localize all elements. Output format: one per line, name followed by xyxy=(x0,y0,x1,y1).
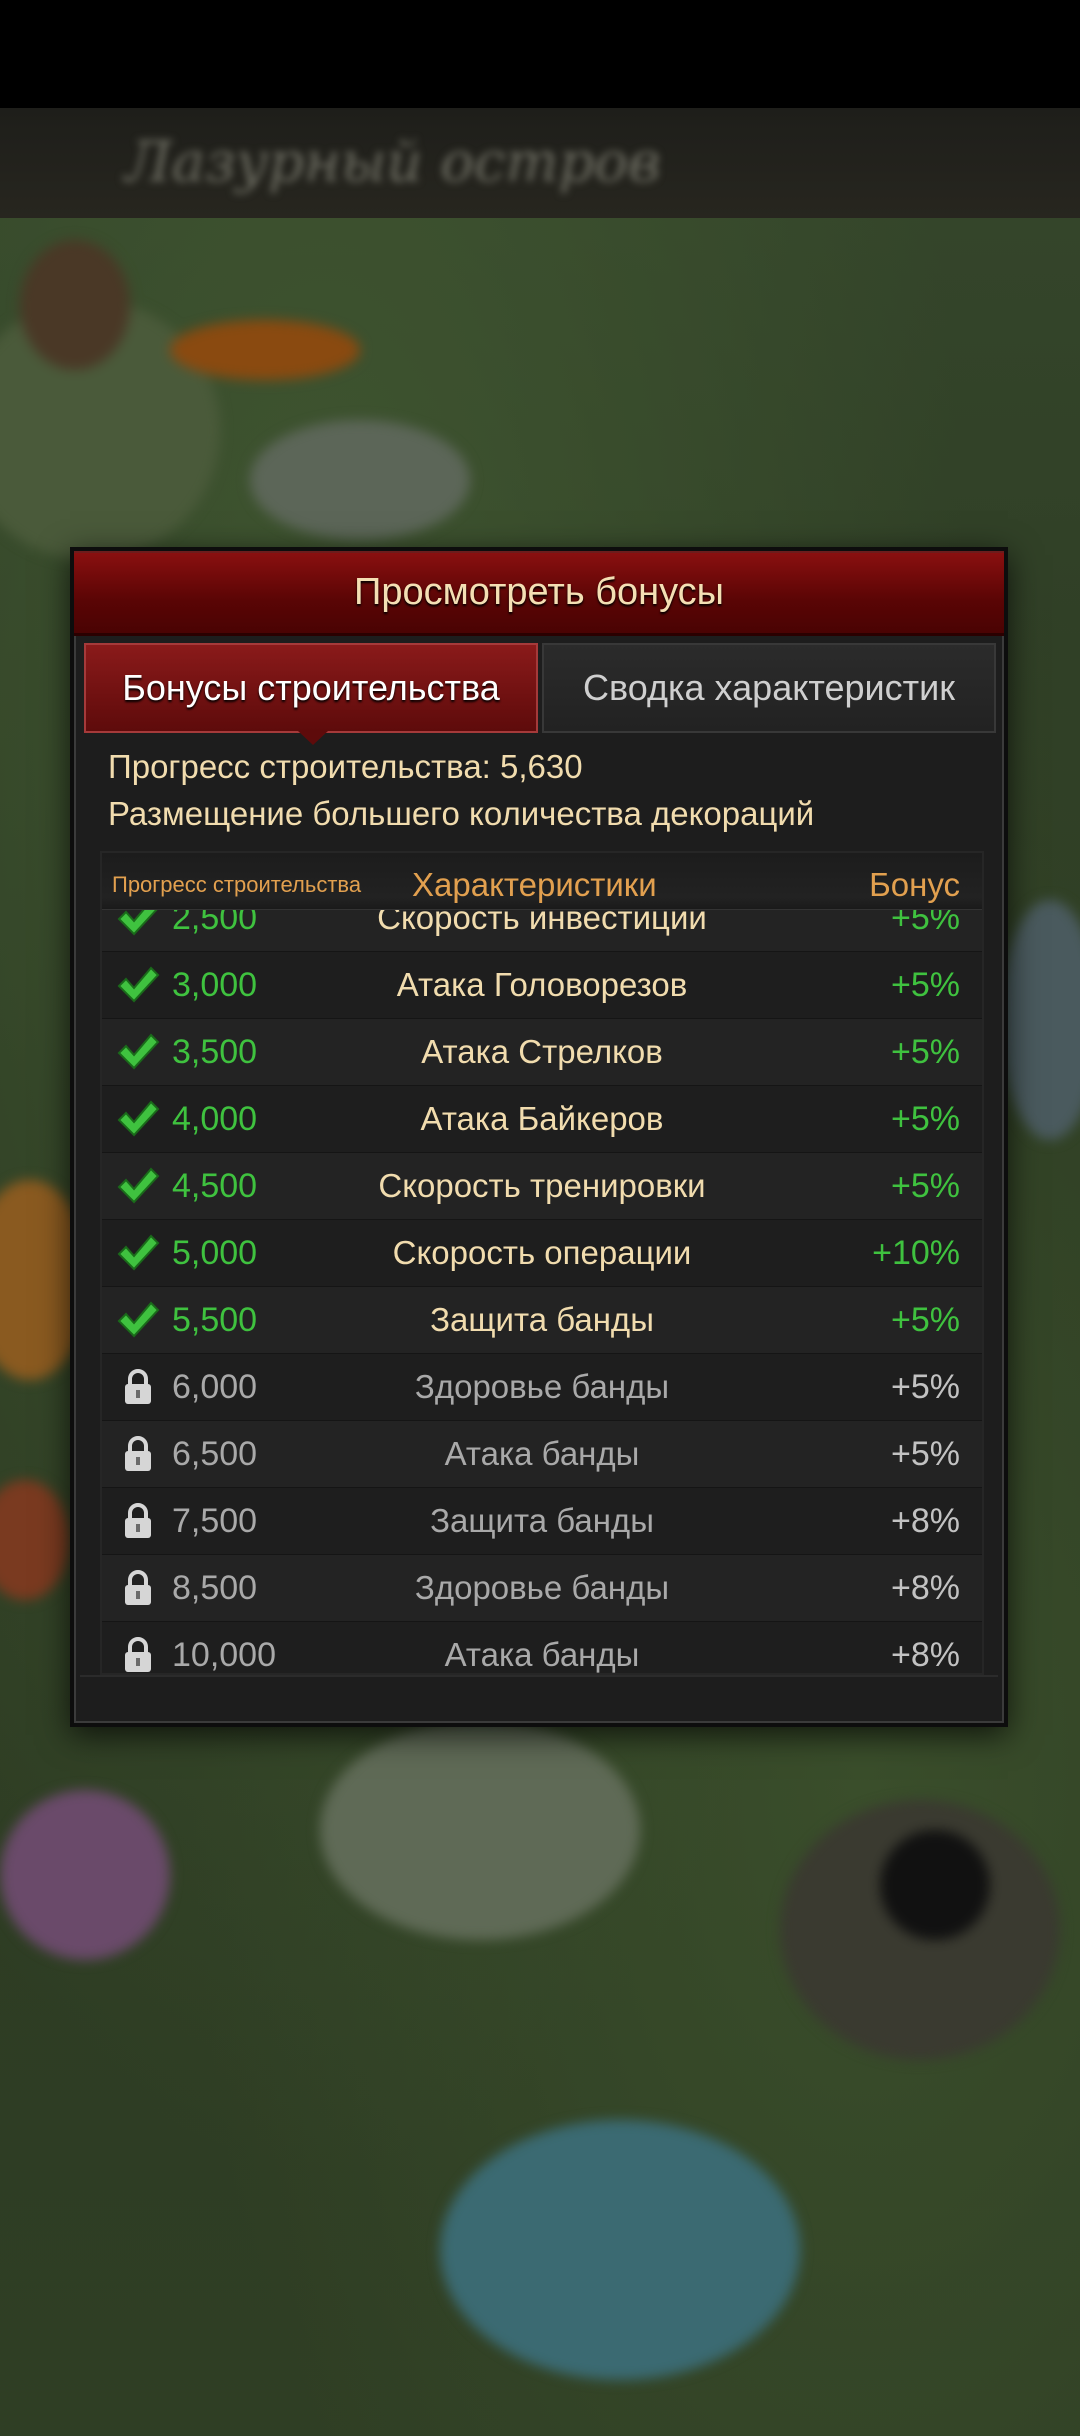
row-bonus: +8% xyxy=(891,1502,960,1540)
tab-stats-summary[interactable]: Сводка характеристик xyxy=(542,643,996,733)
row-threshold: 7,500 xyxy=(172,1502,258,1540)
checkmark-icon xyxy=(116,1164,160,1208)
row-stat: Скорость операции xyxy=(392,1234,692,1271)
progress-value: 5,630 xyxy=(500,748,583,785)
row-stat: Атака Байкеров xyxy=(420,1100,664,1137)
bonus-table[interactable]: Прогресс строительства Характеристики Бо… xyxy=(100,851,984,1675)
table-row: 4,500 Скорость тренировки +5% xyxy=(102,1153,982,1220)
row-threshold: 3,000 xyxy=(172,966,258,1004)
row-bonus: +5% xyxy=(891,1033,960,1071)
bonus-dialog: Просмотреть бонусы Бонусы строительства … xyxy=(70,547,1008,1727)
row-stat: Здоровье банды xyxy=(414,1368,670,1405)
row-threshold: 5,000 xyxy=(172,1234,258,1272)
row-stat: Атака банды xyxy=(444,1636,640,1673)
progress-description: Размещение большего количества декораций xyxy=(108,795,815,832)
row-threshold: 6,000 xyxy=(172,1368,258,1406)
table-body: 2,500 Скорость инвестиции +5% 3,000 Атака Го… xyxy=(102,885,982,1674)
row-bonus: +8% xyxy=(891,1569,960,1607)
row-stat: Защита банды xyxy=(430,1502,654,1539)
table-row: 6,000 Здоровье банды +5% xyxy=(102,1354,982,1421)
row-stat: Атака Головорезов xyxy=(396,966,688,1003)
progress-info: Прогресс строительства: 5,630 Размещение… xyxy=(108,743,968,837)
row-bonus: +5% xyxy=(891,1167,960,1205)
table-row: 10,000 Атака банды +8% xyxy=(102,1622,982,1674)
row-bonus: +5% xyxy=(891,1301,960,1339)
header-bonus: Бонус xyxy=(869,866,960,903)
table-row: 7,500 Защита банды +8% xyxy=(102,1488,982,1555)
table-row: 6,500 Атака банды +5% xyxy=(102,1421,982,1488)
table-row: 8,500 Здоровье банды +8% xyxy=(102,1555,982,1622)
dialog-title: Просмотреть бонусы xyxy=(74,551,1004,636)
row-threshold: 3,500 xyxy=(172,1033,258,1071)
row-stat: Защита банды xyxy=(430,1301,654,1338)
row-threshold: 4,000 xyxy=(172,1100,258,1138)
header-stat: Характеристики xyxy=(412,866,657,903)
header-progress: Прогресс строительства xyxy=(112,872,362,897)
location-title: Лазурный остров xyxy=(125,130,661,195)
row-stat: Здоровье банды xyxy=(414,1569,670,1606)
row-bonus: +5% xyxy=(891,966,960,1004)
checkmark-icon xyxy=(116,1030,160,1074)
row-bonus: +10% xyxy=(872,1234,960,1272)
row-bonus: +8% xyxy=(891,1636,960,1674)
row-threshold: 4,500 xyxy=(172,1167,258,1205)
row-stat: Атака Стрелков xyxy=(421,1033,663,1070)
checkmark-icon xyxy=(116,1231,160,1275)
checkmark-icon xyxy=(116,1298,160,1342)
row-threshold: 8,500 xyxy=(172,1569,258,1607)
row-bonus: +5% xyxy=(891,1368,960,1406)
padlock-icon xyxy=(116,1566,160,1610)
row-bonus: +5% xyxy=(891,1435,960,1473)
checkmark-icon xyxy=(116,963,160,1007)
row-threshold: 6,500 xyxy=(172,1435,258,1473)
table-row: 3,000 Атака Головорезов +5% xyxy=(102,952,982,1019)
padlock-icon xyxy=(116,1499,160,1543)
padlock-icon xyxy=(116,1365,160,1409)
row-threshold: 5,500 xyxy=(172,1301,258,1339)
padlock-icon xyxy=(116,1633,160,1673)
progress-line: Прогресс строительства: 5,630 xyxy=(108,743,968,790)
tab-bar: Бонусы строительства Сводка характеристи… xyxy=(84,643,996,745)
checkmark-icon xyxy=(116,1097,160,1141)
table-row: 3,500 Атака Стрелков +5% xyxy=(102,1019,982,1086)
dialog-footer xyxy=(80,1675,998,1717)
status-bar xyxy=(0,0,1080,108)
row-bonus: +5% xyxy=(891,1100,960,1138)
row-threshold: 10,000 xyxy=(172,1636,276,1674)
padlock-icon xyxy=(116,1432,160,1476)
progress-label: Прогресс строительства: xyxy=(108,748,491,785)
table-row: 5,000 Скорость операции +10% xyxy=(102,1220,982,1287)
row-stat: Атака банды xyxy=(444,1435,640,1472)
table-header: Прогресс строительства Характеристики Бо… xyxy=(102,853,982,910)
table-row: 4,000 Атака Байкеров +5% xyxy=(102,1086,982,1153)
tab-construction-bonuses[interactable]: Бонусы строительства xyxy=(84,643,538,745)
row-stat: Скорость тренировки xyxy=(378,1167,706,1204)
table-row: 5,500 Защита банды +5% xyxy=(102,1287,982,1354)
